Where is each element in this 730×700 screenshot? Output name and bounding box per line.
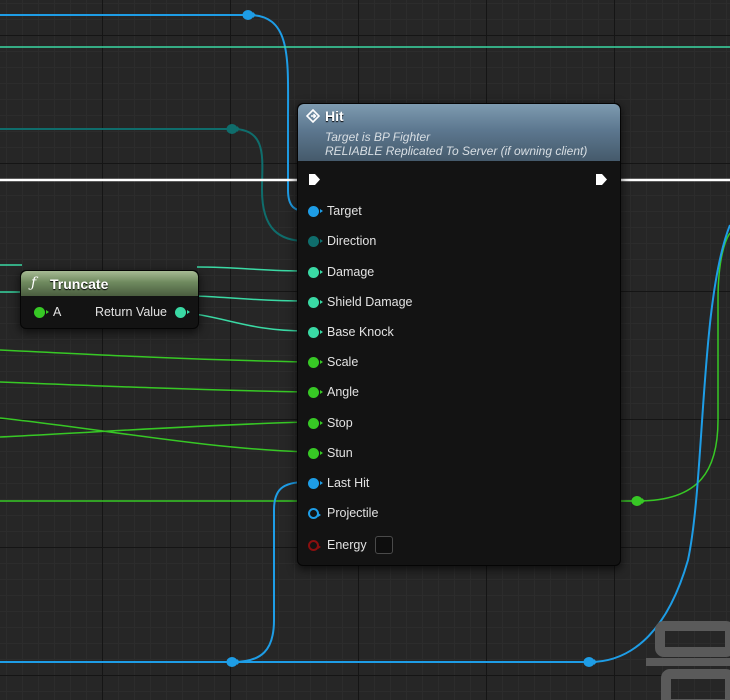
pin-scale-label: Scale	[327, 355, 359, 369]
object-pin-empty-icon[interactable]	[308, 507, 321, 519]
hit-node-target-subtitle: Target is BP Fighter	[325, 130, 431, 144]
exec-output-pin[interactable]	[595, 173, 608, 186]
pin-last-hit-label: Last Hit	[327, 476, 370, 490]
wire-angle[interactable]	[0, 381, 307, 393]
pin-target[interactable]: Target	[308, 202, 362, 220]
pin-angle[interactable]: Angle	[308, 383, 359, 401]
truncate-node-header[interactable]: ƒ Truncate	[21, 271, 198, 296]
pin-scale[interactable]: Scale	[308, 353, 358, 371]
boolean-pin-empty-icon[interactable]	[308, 539, 321, 551]
pin-damage[interactable]: Damage	[308, 263, 374, 281]
pin-base-knock-label: Base Knock	[327, 325, 394, 339]
pin-last-hit[interactable]: Last Hit	[308, 474, 369, 492]
energy-checkbox[interactable]	[374, 536, 393, 554]
float-pin-icon[interactable]	[175, 306, 190, 318]
integer-pin-icon[interactable]	[308, 386, 323, 398]
pin-stop-label: Stop	[327, 416, 353, 430]
pin-direction-label: Direction	[327, 234, 377, 248]
float-pin-icon[interactable]	[308, 326, 323, 338]
integer-pin-icon[interactable]	[308, 417, 323, 429]
hit-node-title: Hit	[325, 108, 344, 124]
float-pin-icon[interactable]	[308, 266, 323, 278]
pin-angle-label: Angle	[327, 385, 359, 399]
exec-input-pin[interactable]	[308, 173, 321, 186]
wire-last-hit[interactable]	[0, 481, 307, 663]
wire-scale[interactable]	[0, 349, 307, 363]
function-diamond-icon	[306, 109, 320, 123]
wire-damage-link[interactable]	[196, 266, 307, 272]
function-f-icon: ƒ	[31, 275, 37, 291]
pin-stun-label: Stun	[327, 446, 353, 460]
object-pin-icon[interactable]	[308, 477, 323, 489]
truncate-input-label: A	[53, 305, 62, 319]
hit-node-header[interactable]: Hit Target is BP Fighter RELIABLE Replic…	[298, 104, 620, 161]
reroute-knot-direction[interactable]	[226, 123, 240, 135]
pin-energy[interactable]: Energy	[308, 536, 393, 554]
pin-projectile-label: Projectile	[327, 506, 379, 520]
pin-projectile[interactable]: Projectile	[308, 504, 378, 522]
hit-node-replication-subtitle: RELIABLE Replicated To Server (if owning…	[325, 144, 588, 158]
vector-pin-icon[interactable]	[308, 235, 323, 247]
reroute-knot-integer[interactable]	[631, 495, 645, 507]
integer-pin-icon[interactable]	[308, 356, 323, 368]
pin-shield-damage[interactable]: Shield Damage	[308, 293, 412, 311]
truncate-node-title: Truncate	[50, 276, 109, 292]
pin-stun[interactable]: Stun	[308, 444, 353, 462]
integer-pin-icon[interactable]	[34, 306, 49, 318]
wire-shield-damage[interactable]	[196, 295, 307, 302]
truncate-input-pin[interactable]: A	[34, 303, 61, 321]
truncate-return-value-label: Return Value	[94, 305, 167, 319]
reroute-knot-top[interactable]	[242, 9, 256, 21]
hit-function-node[interactable]: Hit Target is BP Fighter RELIABLE Replic…	[297, 103, 621, 566]
pin-damage-label: Damage	[327, 265, 375, 279]
pin-target-label: Target	[327, 204, 362, 218]
wire-stop[interactable]	[0, 421, 307, 438]
integer-pin-icon[interactable]	[308, 447, 323, 459]
float-pin-icon[interactable]	[308, 296, 323, 308]
pin-base-knock[interactable]: Base Knock	[308, 323, 394, 341]
reroute-knot-bottom-left[interactable]	[226, 656, 240, 668]
reroute-knot-bottom-right[interactable]	[583, 656, 597, 668]
wire-direction[interactable]	[0, 128, 307, 242]
object-pin-icon[interactable]	[308, 205, 323, 217]
watermark-logo	[646, 621, 730, 700]
pin-stop[interactable]: Stop	[308, 414, 353, 432]
pin-shield-damage-label: Shield Damage	[327, 295, 413, 309]
truncate-return-value-pin[interactable]: Return Value	[94, 303, 190, 321]
wire-base-knock[interactable]	[181, 311, 307, 332]
pin-direction[interactable]: Direction	[308, 232, 376, 250]
wire-target[interactable]	[0, 14, 307, 212]
pin-energy-label: Energy	[327, 538, 367, 552]
truncate-function-node[interactable]: ƒ Truncate A Return Value	[20, 270, 199, 329]
